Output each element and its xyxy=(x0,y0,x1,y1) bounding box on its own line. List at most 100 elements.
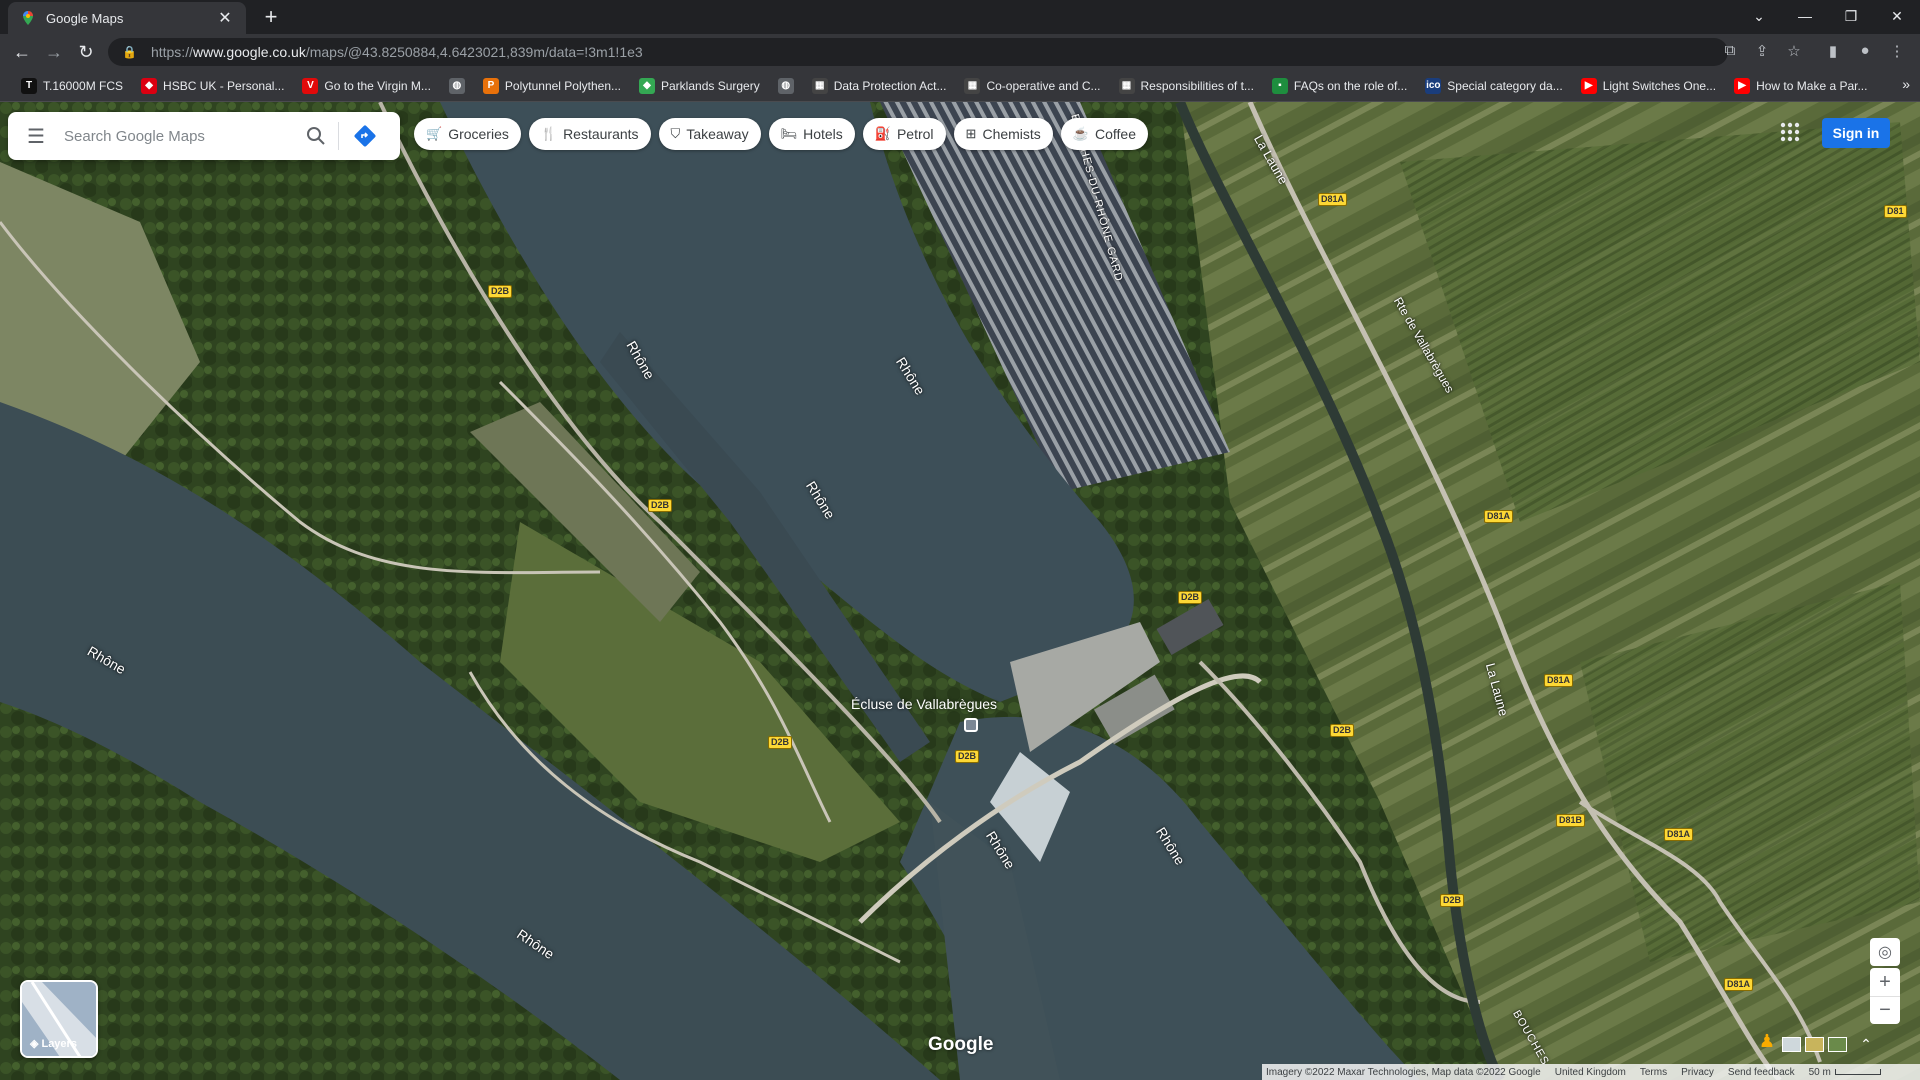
tab-google-maps[interactable]: Google Maps ✕ xyxy=(8,2,246,34)
imagery-thumb-map[interactable] xyxy=(1782,1036,1801,1052)
bookmarks-overflow-icon[interactable]: » xyxy=(1902,76,1910,92)
chemists-icon: ⊞ xyxy=(965,126,977,141)
road-shield-d2b: D2B xyxy=(648,499,673,512)
reload-icon[interactable]: ↻ xyxy=(72,38,100,66)
pegman-icon[interactable]: ♟ xyxy=(1756,1031,1778,1057)
bookmark-favicon-icon: V xyxy=(302,77,319,94)
bookmark-item[interactable]: ▶ How to Make a Par... xyxy=(1725,73,1876,99)
tab-close-icon[interactable]: ✕ xyxy=(216,8,234,28)
chip-label: Restaurants xyxy=(563,126,639,142)
minimize-button[interactable]: — xyxy=(1782,0,1828,32)
road-shield-d2b: D2B xyxy=(955,750,980,763)
bookmark-favicon-icon: P xyxy=(482,77,499,94)
my-location-icon[interactable]: ◎ xyxy=(1870,938,1900,966)
new-tab-button[interactable]: + xyxy=(258,4,284,30)
groceries-icon: 🛒 xyxy=(426,126,443,141)
hamburger-menu-icon[interactable]: ☰ xyxy=(8,112,64,160)
directions-icon[interactable] xyxy=(339,124,391,148)
chip-coffee[interactable]: ☕ Coffee xyxy=(1060,118,1148,150)
bookmark-item[interactable]: ▦ Responsibilities of t... xyxy=(1110,73,1263,99)
zoom-in-button[interactable]: + xyxy=(1870,968,1900,996)
satellite-imagery xyxy=(0,102,1920,1080)
browser-tabstrip: Google Maps ✕ + ⌄ — ❐ ✕ xyxy=(0,0,1920,34)
bookmark-item[interactable]: P Polytunnel Polythen... xyxy=(474,73,630,99)
region-link[interactable]: United Kingdom xyxy=(1555,1067,1626,1078)
bookmark-item[interactable]: ▪ FAQs on the role of... xyxy=(1263,73,1416,99)
road-shield-d81a: D81A xyxy=(1724,978,1754,991)
bookmark-item[interactable]: ico Special category da... xyxy=(1416,73,1571,99)
road-shield-d2b: D2B xyxy=(1440,894,1465,907)
tab-search-icon[interactable]: ⌄ xyxy=(1736,0,1782,32)
bookmark-favicon-icon: ◆ xyxy=(639,77,655,94)
address-bar[interactable]: 🔒 https://www.google.co.uk/maps/@43.8250… xyxy=(108,38,1728,66)
coffee-icon: ☕ xyxy=(1072,126,1089,141)
bookmark-favicon-icon: ico xyxy=(1425,77,1442,94)
map-attribution-bar: Imagery ©2022 Maxar Technologies, Map da… xyxy=(1262,1064,1920,1080)
bookmark-label: Co-operative and C... xyxy=(986,78,1101,93)
zoom-out-button[interactable]: − xyxy=(1870,996,1900,1024)
bookmark-label: T.16000M FCS xyxy=(43,78,124,93)
terms-link[interactable]: Terms xyxy=(1640,1067,1667,1078)
chip-restaurants[interactable]: 🍴 Restaurants xyxy=(528,118,651,150)
takeaway-icon: ⛉ xyxy=(670,126,681,141)
chip-hotels[interactable]: 🛏 Hotels xyxy=(768,118,855,150)
chip-label: Hotels xyxy=(803,126,843,142)
bookmark-item[interactable]: ▦ Co-operative and C... xyxy=(955,73,1109,99)
scale-indicator[interactable]: 50 m xyxy=(1809,1067,1881,1078)
bookmark-item[interactable]: ◆ HSBC UK - Personal... xyxy=(132,73,293,99)
chrome-menu-icon[interactable]: ⋮ xyxy=(1886,42,1908,60)
bookmark-label: Go to the Virgin M... xyxy=(324,78,431,93)
expand-chevron-icon[interactable]: ⌃ xyxy=(1851,1036,1881,1053)
close-window-button[interactable]: ✕ xyxy=(1874,0,1920,32)
lock-icon: 🔒 xyxy=(122,45,137,59)
search-icon[interactable] xyxy=(294,126,338,146)
back-arrow-icon[interactable]: ← xyxy=(8,38,36,66)
bookmark-item[interactable]: T T.16000M FCS xyxy=(12,73,132,99)
send-feedback-link[interactable]: Send feedback xyxy=(1728,1067,1795,1078)
category-chips: 🛒 Groceries 🍴 Restaurants ⛉ Takeaway 🛏 Hotels ⛽ P… xyxy=(414,118,1148,150)
road-shield-d2b: D2B xyxy=(1330,724,1355,737)
road-shield-d81a: D81A xyxy=(1664,828,1694,841)
google-maps-favicon-icon xyxy=(23,11,33,25)
imagery-thumb-terrain[interactable] xyxy=(1805,1036,1824,1052)
bookmark-favicon-icon: ◍ xyxy=(448,77,465,94)
petrol-icon: ⛽ xyxy=(874,126,891,141)
restore-button[interactable]: ❐ xyxy=(1828,0,1874,32)
bookmark-item[interactable]: ▦ Data Protection Act... xyxy=(803,73,956,99)
chip-groceries[interactable]: 🛒 Groceries xyxy=(414,118,521,150)
google-apps-icon[interactable] xyxy=(1776,118,1804,146)
bookmark-item[interactable]: ◍ xyxy=(769,73,803,99)
satellite-map[interactable]: Rhône Rhône Rhône Rhône Rhône Rhône Rhôn… xyxy=(0,102,1920,1080)
road-shield-d2b: D2B xyxy=(768,736,793,749)
search-input[interactable] xyxy=(64,127,294,145)
bookmark-item[interactable]: ◍ xyxy=(440,73,474,99)
imagery-thumb-satellite[interactable] xyxy=(1828,1036,1847,1052)
layers-button[interactable]: ◈ Layers xyxy=(20,980,98,1058)
bookmark-label: Special category da... xyxy=(1447,78,1563,93)
bookmark-star-icon[interactable]: ☆ xyxy=(1783,42,1805,60)
chip-takeaway[interactable]: ⛉ Takeaway xyxy=(658,118,761,150)
poi-ecluse-label[interactable]: Écluse de Vallabrègues xyxy=(851,696,997,712)
chip-label: Takeaway xyxy=(686,126,749,142)
layers-icon: ◈ xyxy=(30,1038,39,1050)
chip-petrol[interactable]: ⛽ Petrol xyxy=(862,118,946,150)
bookmark-item[interactable]: ◆ Parklands Surgery xyxy=(630,73,769,99)
road-shield-d2b: D2B xyxy=(1178,591,1203,604)
side-panel-icon[interactable]: ▮ xyxy=(1822,42,1844,60)
chip-chemists[interactable]: ⊞ Chemists xyxy=(953,118,1053,150)
bookmark-label: FAQs on the role of... xyxy=(1293,78,1408,93)
bookmark-item[interactable]: ▶ Light Switches One... xyxy=(1572,73,1725,99)
road-shield-d81a: D81A xyxy=(1544,674,1574,687)
profile-icon[interactable]: ● xyxy=(1854,42,1876,59)
bookmark-label: Light Switches One... xyxy=(1602,78,1717,93)
bottom-tools: ♟ ⌃ xyxy=(1756,1030,1906,1058)
share-icon[interactable]: ⇪ xyxy=(1751,42,1773,60)
road-shield-d81a: D81A xyxy=(1484,510,1514,523)
open-in-app-icon[interactable]: ⧉ xyxy=(1719,42,1741,59)
bookmark-item[interactable]: V Go to the Virgin M... xyxy=(293,73,440,99)
sign-in-button[interactable]: Sign in xyxy=(1822,118,1890,148)
poi-lock-icon[interactable] xyxy=(964,718,978,732)
layers-label: ◈ Layers xyxy=(30,1037,77,1051)
forward-arrow-icon[interactable]: → xyxy=(40,38,68,66)
privacy-link[interactable]: Privacy xyxy=(1681,1067,1714,1078)
